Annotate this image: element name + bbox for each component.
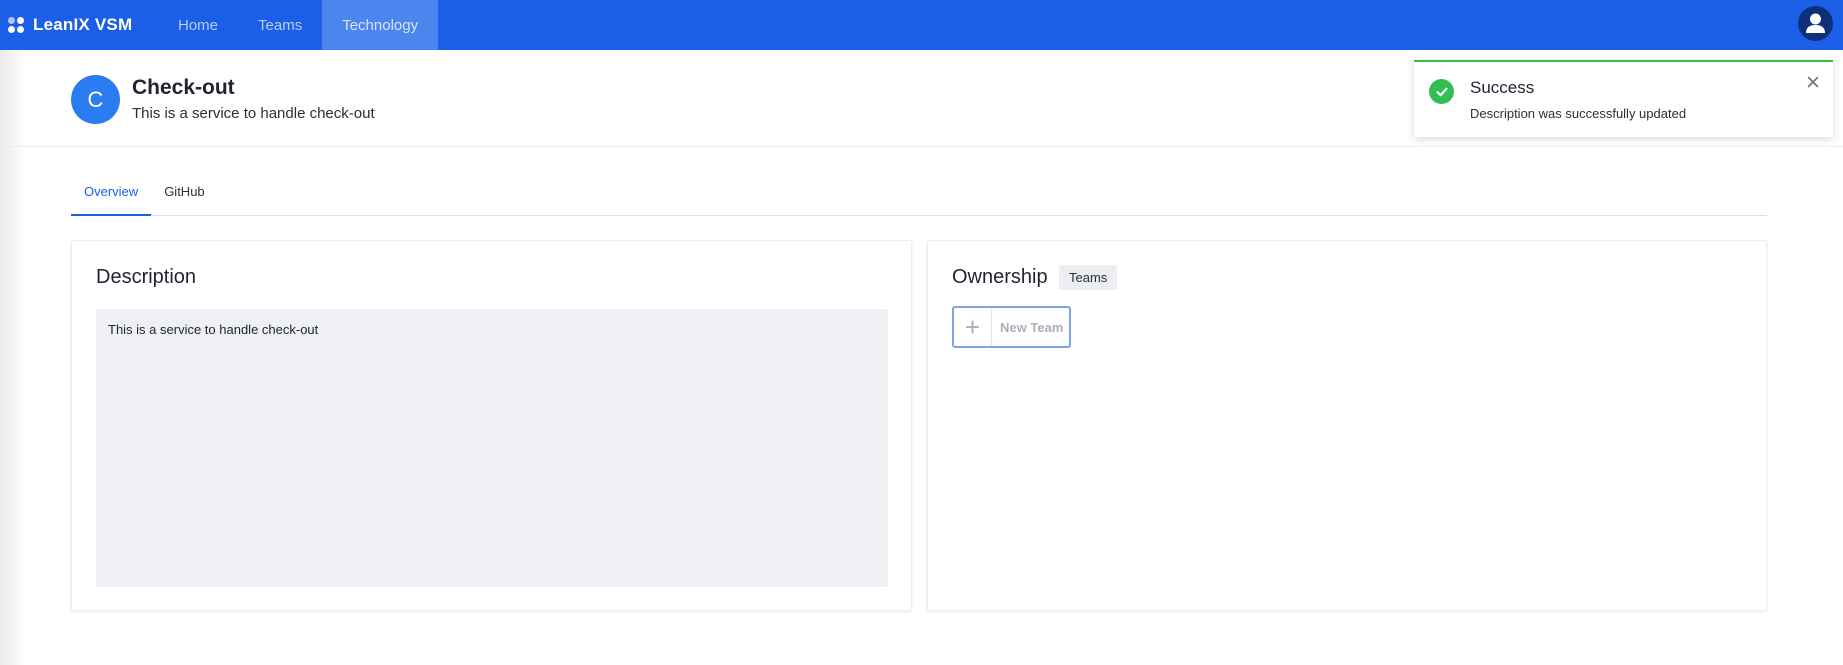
user-menu-button[interactable] xyxy=(1798,6,1833,41)
page-subtitle: This is a service to handle check-out xyxy=(132,105,375,122)
top-navbar: LeanIX VSM Home Teams Technology xyxy=(0,0,1843,50)
brand-logo-icon xyxy=(8,16,25,34)
brand-name: LeanIX VSM xyxy=(33,15,133,34)
page-title: Check-out xyxy=(132,76,235,99)
description-card: Description This is a service to handle … xyxy=(71,240,912,611)
close-icon[interactable] xyxy=(1805,74,1821,90)
toast-title: Success xyxy=(1470,78,1535,97)
nav-item-home[interactable]: Home xyxy=(158,0,238,50)
check-circle-icon xyxy=(1429,79,1454,104)
brand[interactable]: LeanIX VSM xyxy=(0,0,158,50)
tab-github[interactable]: GitHub xyxy=(151,174,217,216)
description-title: Description xyxy=(96,266,197,288)
user-icon xyxy=(1806,13,1825,33)
description-textarea[interactable]: This is a service to handle check-out xyxy=(96,309,888,587)
ownership-card: Ownership Teams + New Team xyxy=(927,240,1767,611)
new-team-button[interactable]: + New Team xyxy=(952,306,1071,348)
plus-icon: + xyxy=(954,308,992,346)
nav-item-teams[interactable]: Teams xyxy=(238,0,322,50)
ownership-title: Ownership xyxy=(952,266,1048,288)
tab-bar: Overview GitHub xyxy=(71,174,1767,216)
success-toast: Success Description was successfully upd… xyxy=(1414,60,1833,137)
service-avatar: C xyxy=(71,75,120,124)
toast-message: Description was successfully updated xyxy=(1470,106,1687,121)
tab-overview[interactable]: Overview xyxy=(71,174,152,216)
teams-badge: Teams xyxy=(1059,265,1118,290)
new-team-label: New Team xyxy=(1000,319,1064,335)
nav-item-technology[interactable]: Technology xyxy=(322,0,439,50)
